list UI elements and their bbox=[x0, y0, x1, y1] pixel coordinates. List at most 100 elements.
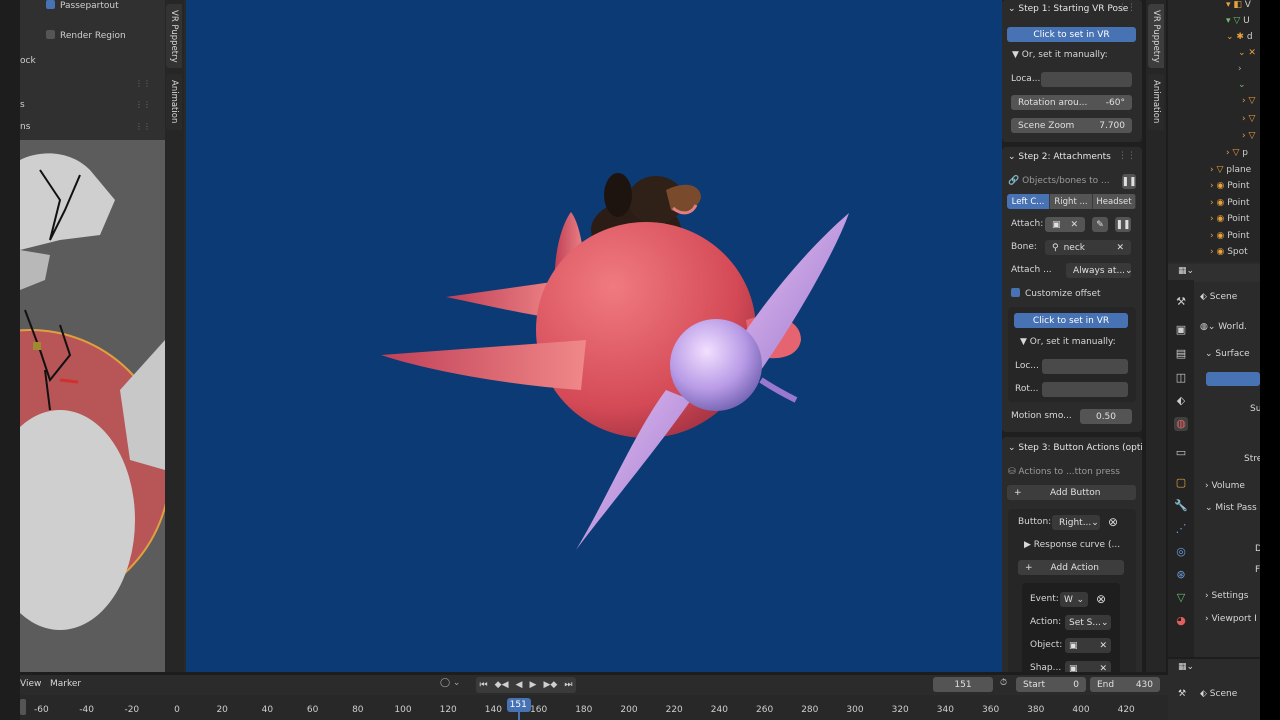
offset-rotation-field[interactable] bbox=[1042, 382, 1128, 397]
object-field[interactable]: ▣ ✕ bbox=[1065, 638, 1111, 653]
bone-field[interactable]: ⚲ neck ✕ bbox=[1045, 240, 1131, 255]
clear-icon[interactable]: ✕ bbox=[1116, 243, 1124, 253]
passepartout-option[interactable]: Passepartout bbox=[46, 0, 119, 11]
editor-type-icon[interactable]: ▦⌄ bbox=[1178, 662, 1194, 672]
outliner-item[interactable]: › ◉ Point bbox=[1210, 214, 1250, 224]
add-button-button[interactable]: + Add Button bbox=[1007, 485, 1136, 500]
step3-header[interactable]: ⌄ Step 3: Button Actions (opti bbox=[1008, 443, 1142, 453]
tab-vr-puppetry[interactable]: VR Puppetry bbox=[166, 4, 182, 68]
start-frame-field[interactable]: Start 0 bbox=[1016, 677, 1086, 692]
outliner-item[interactable]: ▾ ▽ U bbox=[1226, 16, 1250, 26]
step2-manual-toggle[interactable]: ▼ Or, set it manually: bbox=[1020, 337, 1116, 347]
keyframe-toggle-icon[interactable]: ◯ ⌄ bbox=[440, 678, 460, 688]
object-icon[interactable]: ▢ bbox=[1174, 476, 1188, 490]
drag-handle-icon[interactable]: ⋮⋮ bbox=[135, 100, 151, 109]
drag-handle-icon[interactable]: ⋮⋮ bbox=[1118, 151, 1136, 161]
pause-icon[interactable]: ❚❚ bbox=[1122, 174, 1136, 189]
left-3d-view[interactable] bbox=[20, 140, 165, 672]
clear-icon[interactable]: ✕ bbox=[1070, 220, 1078, 230]
drag-handle-icon[interactable]: ⋮⋮ bbox=[135, 122, 151, 131]
render-region-checkbox[interactable] bbox=[46, 30, 55, 39]
attachment-tabs[interactable]: Left C... Right ... Headset bbox=[1007, 194, 1136, 209]
tool-icon[interactable]: ⚒ bbox=[1174, 295, 1188, 309]
scroll-handle[interactable] bbox=[20, 699, 26, 715]
motion-smoothing-field[interactable]: 0.50 bbox=[1080, 409, 1132, 424]
tab-right-controller[interactable]: Right ... bbox=[1050, 194, 1093, 209]
play-reverse-icon[interactable]: ◀ bbox=[516, 680, 523, 690]
collection-icon[interactable]: ▭ bbox=[1174, 446, 1188, 460]
step1-rotation-field[interactable]: Rotation arou... -60° bbox=[1011, 95, 1132, 110]
response-curve-toggle[interactable]: ▶ Response curve (... bbox=[1024, 540, 1120, 550]
tab-headset[interactable]: Headset bbox=[1093, 194, 1136, 209]
step1-header[interactable]: ⌄ Step 1: Starting VR Pose bbox=[1008, 4, 1128, 14]
passepartout-checkbox[interactable] bbox=[46, 0, 55, 9]
button-dropdown[interactable]: Right... ⌄ bbox=[1052, 515, 1100, 530]
tab-animation[interactable]: Animation bbox=[166, 74, 182, 130]
view-layer-icon[interactable]: ◫ bbox=[1174, 371, 1188, 385]
surface-panel[interactable]: ⌄ Surface bbox=[1205, 349, 1250, 359]
step2-set-vr-button[interactable]: Click to set in VR bbox=[1014, 313, 1128, 328]
outliner-item[interactable]: ⌄ ✱ d bbox=[1226, 32, 1253, 42]
settings-panel[interactable]: › Settings bbox=[1205, 591, 1248, 601]
tool-icon[interactable]: ⚒ bbox=[1178, 689, 1186, 699]
action-dropdown[interactable]: Set S... ⌄ bbox=[1065, 615, 1111, 630]
panel-row-ns[interactable]: ns bbox=[20, 122, 30, 132]
customize-offset-option[interactable]: Customize offset bbox=[1011, 288, 1101, 299]
attach-object-field[interactable]: ▣ ✕ bbox=[1045, 217, 1085, 232]
view-menu[interactable]: View bbox=[20, 679, 41, 689]
tab-left-controller[interactable]: Left C... bbox=[1007, 194, 1050, 209]
outliner-child[interactable]: ⌄ bbox=[1238, 80, 1246, 90]
clear-icon[interactable]: ✕ bbox=[1099, 641, 1107, 651]
lock-row[interactable]: ock bbox=[20, 56, 36, 66]
outliner-item[interactable]: › ▽ plane bbox=[1210, 165, 1251, 175]
end-frame-field[interactable]: End 430 bbox=[1090, 677, 1160, 692]
drag-handle-icon[interactable]: ⋮⋮ bbox=[135, 79, 151, 88]
3d-viewport[interactable] bbox=[184, 0, 1002, 672]
viewport-display-panel[interactable]: › Viewport I bbox=[1205, 614, 1257, 624]
pause-icon[interactable]: ❚❚ bbox=[1115, 217, 1131, 232]
outliner-item[interactable]: › ◉ Point bbox=[1210, 231, 1250, 241]
drag-handle-icon[interactable]: ⋮⋮ bbox=[1118, 3, 1136, 13]
step1-location-field[interactable] bbox=[1041, 72, 1132, 87]
material-icon[interactable]: ◕ bbox=[1174, 614, 1188, 628]
outliner-child[interactable]: › bbox=[1238, 64, 1242, 74]
surface-node-button[interactable] bbox=[1206, 372, 1260, 386]
outliner-item[interactable]: ▾ ◧ V bbox=[1226, 0, 1251, 10]
tab-animation-right[interactable]: Animation bbox=[1148, 74, 1164, 130]
outliner-child[interactable]: ⌄ ✕ bbox=[1238, 48, 1256, 58]
step2-header[interactable]: ⌄ Step 2: Attachments bbox=[1008, 152, 1111, 162]
world-selector[interactable]: ◍⌄ World. bbox=[1200, 322, 1247, 332]
outliner-item[interactable]: › ◉ Spot bbox=[1210, 247, 1248, 257]
output-icon[interactable]: ▤ bbox=[1174, 347, 1188, 361]
modifier-icon[interactable]: 🔧 bbox=[1174, 499, 1188, 513]
outliner-item[interactable]: › ◉ Point bbox=[1210, 198, 1250, 208]
scene-icon[interactable]: ⬖ bbox=[1174, 394, 1188, 408]
add-action-button[interactable]: + Add Action bbox=[1018, 560, 1124, 575]
mist-pass-panel[interactable]: ⌄ Mist Pass bbox=[1205, 503, 1257, 513]
constraint-icon[interactable]: ⊛ bbox=[1174, 568, 1188, 582]
event-dropdown[interactable]: W ⌄ bbox=[1060, 592, 1088, 607]
next-keyframe-icon[interactable]: ▶◆ bbox=[543, 680, 557, 690]
attach-mode-dropdown[interactable]: Always at... ⌄ bbox=[1066, 263, 1131, 278]
step1-zoom-field[interactable]: Scene Zoom 7.700 bbox=[1011, 118, 1132, 133]
prev-keyframe-icon[interactable]: ◆◀ bbox=[495, 680, 509, 690]
shape-field[interactable]: ▣ ✕ bbox=[1065, 661, 1111, 672]
outliner-item[interactable]: › ◉ Point bbox=[1210, 181, 1250, 191]
jump-start-icon[interactable]: ⏮ bbox=[480, 680, 488, 690]
jump-end-icon[interactable]: ⏭ bbox=[564, 680, 572, 690]
marker-menu[interactable]: Marker bbox=[50, 679, 81, 689]
current-frame-field[interactable]: 151 bbox=[933, 677, 993, 692]
outliner-child[interactable]: › ▽ bbox=[1242, 114, 1255, 124]
offset-location-field[interactable] bbox=[1042, 359, 1128, 374]
render-icon[interactable]: ▣ bbox=[1174, 323, 1188, 337]
remove-icon[interactable]: ⊗ bbox=[1096, 592, 1106, 606]
step1-manual-toggle[interactable]: ▼ Or, set it manually: bbox=[1012, 50, 1108, 60]
data-icon[interactable]: ▽ bbox=[1174, 591, 1188, 605]
physics-icon[interactable]: ◎ bbox=[1174, 545, 1188, 559]
tab-vr-puppetry-right[interactable]: VR Puppetry bbox=[1148, 4, 1164, 68]
outliner-child[interactable]: › ▽ bbox=[1242, 96, 1255, 106]
world-icon[interactable]: ◍ bbox=[1174, 417, 1188, 431]
outliner-child[interactable]: › ▽ bbox=[1242, 131, 1255, 141]
clear-icon[interactable]: ✕ bbox=[1099, 664, 1107, 673]
editor-type-icon[interactable]: ▦⌄ bbox=[1178, 266, 1194, 276]
